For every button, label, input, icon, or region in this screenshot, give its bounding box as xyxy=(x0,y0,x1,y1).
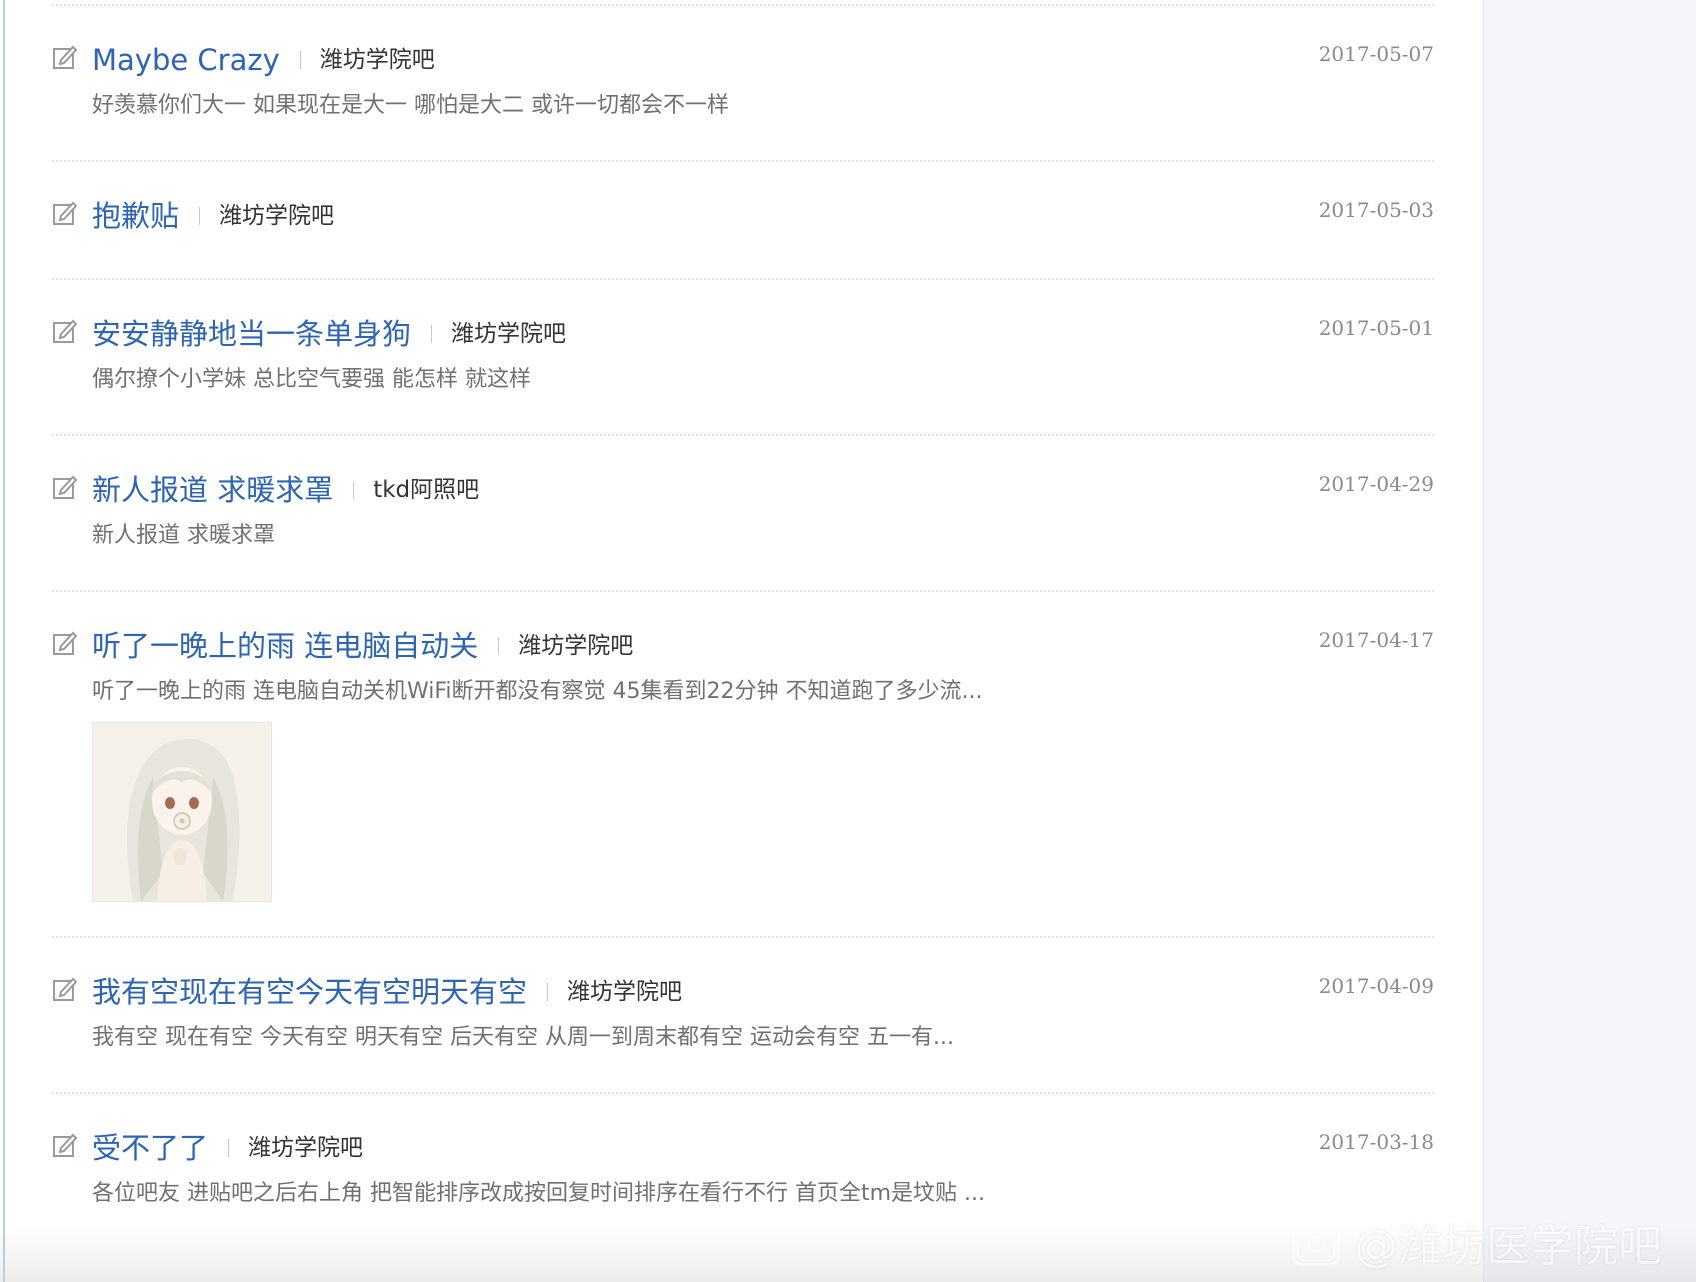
edit-icon xyxy=(53,201,78,225)
post-title-row: 安安静静地当一条单身狗 潍坊学院吧 xyxy=(92,314,566,354)
separator xyxy=(547,983,549,1001)
post-header: 受不了了 潍坊学院吧 2017-03-18 xyxy=(52,1124,1434,1172)
post-snippet[interactable]: 新人报道 求暖求罩 xyxy=(92,518,1434,554)
post-title-row: 我有空现在有空今天有空明天有空 潍坊学院吧 xyxy=(92,972,682,1012)
post-header: 抱歉贴 潍坊学院吧 2017-05-03 xyxy=(52,192,1434,240)
post-snippet[interactable]: 听了一晚上的雨 连电脑自动关机WiFi断开都没有察觉 45集看到22分钟 不知道… xyxy=(92,674,1434,710)
post-title-row: Maybe Crazy 潍坊学院吧 xyxy=(92,40,435,80)
post-title-link[interactable]: 我有空现在有空今天有空明天有空 xyxy=(92,972,527,1012)
post-title-link[interactable]: 安安静静地当一条单身狗 xyxy=(92,314,411,354)
edit-icon xyxy=(53,45,78,69)
post-history-page: Maybe Crazy 潍坊学院吧 2017-05-07 好羡慕你们大一 如果现… xyxy=(0,0,1696,1282)
post-title-row: 抱歉贴 潍坊学院吧 xyxy=(92,196,334,236)
post-item: 抱歉贴 潍坊学院吧 2017-05-03 xyxy=(52,162,1434,280)
post-title-row: 受不了了 潍坊学院吧 xyxy=(92,1128,363,1168)
post-title-link[interactable]: 抱歉贴 xyxy=(92,196,179,236)
separator xyxy=(498,637,500,655)
post-date: 2017-04-29 xyxy=(1318,472,1434,496)
post-item: 听了一晚上的雨 连电脑自动关 潍坊学院吧 2017-04-17 听了一晚上的雨 … xyxy=(52,592,1434,938)
forum-link[interactable]: tkd阿照吧 xyxy=(373,470,479,510)
post-date: 2017-05-01 xyxy=(1318,316,1434,340)
post-item: Maybe Crazy 潍坊学院吧 2017-05-07 好羡慕你们大一 如果现… xyxy=(52,6,1434,162)
post-header: Maybe Crazy 潍坊学院吧 2017-05-07 xyxy=(52,36,1434,84)
edit-icon xyxy=(53,977,78,1001)
post-title-link[interactable]: 新人报道 求暖求罩 xyxy=(92,470,333,510)
post-title-link[interactable]: Maybe Crazy xyxy=(92,40,280,80)
post-title-link[interactable]: 受不了了 xyxy=(92,1128,208,1168)
edit-icon xyxy=(53,631,78,655)
forum-link[interactable]: 潍坊学院吧 xyxy=(518,626,633,666)
post-snippet[interactable]: 好羡慕你们大一 如果现在是大一 哪怕是大二 或许一切都会不一样 xyxy=(92,88,1434,124)
post-item: 受不了了 潍坊学院吧 2017-03-18 各位吧友 进贴吧之后右上角 把智能排… xyxy=(52,1094,1434,1248)
anime-girl-thumbnail[interactable] xyxy=(92,722,272,902)
post-date: 2017-05-03 xyxy=(1318,198,1434,222)
post-header: 安安静静地当一条单身狗 潍坊学院吧 2017-05-01 xyxy=(52,310,1434,358)
right-sidebar xyxy=(1483,0,1696,1282)
post-header: 新人报道 求暖求罩 tkd阿照吧 2017-04-29 xyxy=(52,466,1434,514)
watermark-text: @潍坊医学院吧 xyxy=(1354,1221,1662,1272)
post-snippet[interactable]: 各位吧友 进贴吧之后右上角 把智能排序改成按回复时间排序在看行不行 首页全tm是… xyxy=(92,1176,1434,1212)
forum-link[interactable]: 潍坊学院吧 xyxy=(451,314,566,354)
post-date: 2017-04-09 xyxy=(1318,974,1434,998)
forum-link[interactable]: 潍坊学院吧 xyxy=(320,40,435,80)
post-header: 我有空现在有空今天有空明天有空 潍坊学院吧 2017-04-09 xyxy=(52,968,1434,1016)
thumbnail-illustration xyxy=(93,723,271,901)
separator xyxy=(199,207,201,225)
forum-link[interactable]: 潍坊学院吧 xyxy=(567,972,682,1012)
post-title-row: 新人报道 求暖求罩 tkd阿照吧 xyxy=(92,470,479,510)
post-date: 2017-05-07 xyxy=(1318,42,1434,66)
separator xyxy=(299,51,301,69)
post-snippet[interactable]: 我有空 现在有空 今天有空 明天有空 后天有空 从周一到周末都有空 运动会有空 … xyxy=(92,1020,1434,1056)
forum-link[interactable]: 潍坊学院吧 xyxy=(219,196,334,236)
post-header: 听了一晚上的雨 连电脑自动关 潍坊学院吧 2017-04-17 xyxy=(52,622,1434,670)
post-title-row: 听了一晚上的雨 连电脑自动关 潍坊学院吧 xyxy=(92,626,633,666)
post-item: 我有空现在有空今天有空明天有空 潍坊学院吧 2017-04-09 我有空 现在有… xyxy=(52,938,1434,1094)
post-feed: Maybe Crazy 潍坊学院吧 2017-05-07 好羡慕你们大一 如果现… xyxy=(52,4,1434,1248)
watermark: @潍坊医学院吧 xyxy=(1292,1210,1662,1274)
edit-icon xyxy=(53,1133,78,1157)
post-item: 安安静静地当一条单身狗 潍坊学院吧 2017-05-01 偶尔撩个小学妹 总比空… xyxy=(52,280,1434,436)
weibo-camera-icon xyxy=(1292,1218,1340,1266)
left-border xyxy=(3,0,5,1282)
edit-icon xyxy=(53,475,78,499)
post-item: 新人报道 求暖求罩 tkd阿照吧 2017-04-29 新人报道 求暖求罩 xyxy=(52,436,1434,592)
edit-icon xyxy=(53,319,78,343)
separator xyxy=(431,325,433,343)
separator xyxy=(353,481,355,499)
post-snippet[interactable]: 偶尔撩个小学妹 总比空气要强 能怎样 就这样 xyxy=(92,362,1434,398)
post-date: 2017-03-18 xyxy=(1318,1130,1434,1154)
separator xyxy=(228,1139,230,1157)
forum-link[interactable]: 潍坊学院吧 xyxy=(248,1128,363,1168)
post-title-link[interactable]: 听了一晚上的雨 连电脑自动关 xyxy=(92,626,478,666)
post-date: 2017-04-17 xyxy=(1318,628,1434,652)
